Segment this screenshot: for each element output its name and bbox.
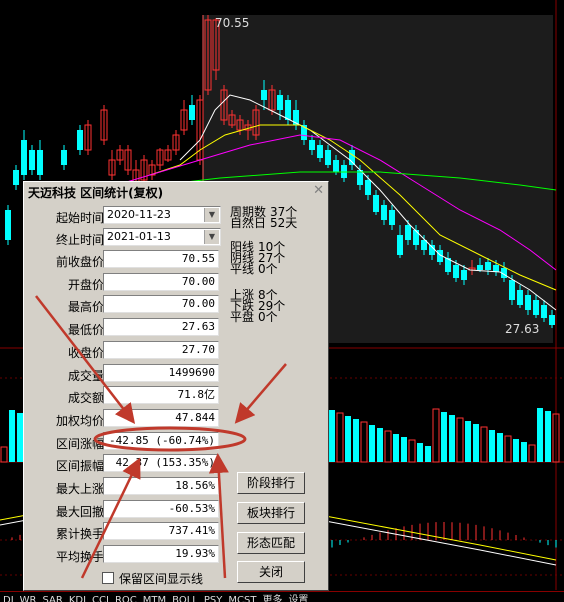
indicator-tab[interactable]: 更多 [259,596,285,602]
indicator-tab[interactable]: BOLL [169,596,201,602]
end-time-picker[interactable]: 2021-01-13 ▼ [103,228,221,246]
stat-field-row: 最高价 70.00 [24,295,224,315]
stage-rank-button[interactable]: 阶段排行 [237,472,305,494]
indicator-tab[interactable]: 设置 [285,596,311,602]
indicator-tab[interactable]: MTM [140,596,169,602]
checkbox-label: 保留区间显示线 [119,572,204,586]
stat-field-label: 累计换手 [55,527,104,542]
stat-field-row: 前收盘价 70.55 [24,250,224,270]
stat-even: 平盘 0个 [230,310,278,324]
stat-field-value: 19.93% [103,545,219,564]
dialog-title: 天迈科技 区间统计(复权) [28,186,164,200]
start-time-row: 起始时间 2020-11-23 ▼ [24,206,224,226]
stat-field-label: 区间振幅 [55,459,104,474]
stat-field-value: 18.56% [103,477,219,495]
price-low-label: 27.63 [505,322,540,336]
stat-field-label: 最高价 [67,300,104,315]
stat-field-row: 开盘价 70.00 [24,272,224,293]
indicator-tab[interactable]: MCST [225,596,259,602]
start-time-label: 起始时间 [55,211,104,225]
stat-field-label: 加权均价 [55,413,104,428]
stat-field-row: 最低价 27.63 [24,318,224,338]
stat-field-row: 区间振幅 42.37 (153.35%) [24,454,224,474]
close-icon[interactable]: ✕ [313,183,324,198]
stat-field-label: 最大上涨 [55,482,104,496]
stat-field-row: 成交量 1499690 [24,363,224,384]
stat-field-label: 最大回撤 [55,504,104,519]
end-time-value: 2021-01-13 [107,230,171,243]
stat-field-label: 前收盘价 [55,255,104,269]
stat-field-label: 平均换手 [55,550,104,565]
stat-field-value: -42.85 (-60.74%) [103,431,219,450]
indicator-tab[interactable]: CCI [89,596,112,602]
dialog-titlebar[interactable]: 天迈科技 区间统计(复权) ✕ [24,182,328,200]
stat-field-value: 1499690 [103,363,219,382]
indicator-tab[interactable]: DI [0,596,17,602]
stat-field-row: 最大上涨 18.56% [24,477,224,497]
stat-natural-days: 自然日 52天 [230,216,298,230]
stat-field-label: 成交量 [67,368,104,383]
stat-field-row: 成交额 71.8亿 [24,386,224,406]
sector-rank-button[interactable]: 板块排行 [237,502,305,524]
close-button[interactable]: 关闭 [237,561,305,583]
interval-stats-dialog: 天迈科技 区间统计(复权) ✕ 起始时间 2020-11-23 ▼ 终止时间 2… [23,181,329,591]
stat-field-label: 区间涨幅 [55,436,104,451]
stat-field-value: 70.00 [103,295,219,314]
stat-field-row: 收盘价 27.70 [24,340,224,361]
stat-field-row: 区间涨幅 -42.85 (-60.74%) [24,431,224,452]
stat-field-label: 开盘价 [67,277,104,292]
stat-field-row: 加权均价 47.844 [24,408,224,429]
stat-field-row: 最大回撤 -60.53% [24,499,224,520]
indicator-tab[interactable]: PSY [201,596,226,602]
stat-field-row: 平均换手 19.93% [24,545,224,565]
stat-field-value: 27.70 [103,340,219,359]
indicator-tab[interactable]: ROC [112,596,140,602]
stat-field-value: 70.00 [103,272,219,291]
stat-field-value: 71.8亿 [103,386,219,405]
stat-field-value: 27.63 [103,318,219,337]
stat-field-row: 累计换手 737.41% [24,522,224,542]
indicator-tab-bar: DI WR SAR KDJ CCI ROC MTM BOLL PSY MCST 更多 设置 [0,591,564,602]
checkbox-box[interactable] [102,572,114,584]
keep-interval-lines-checkbox[interactable]: 保留区间显示线 [102,570,203,587]
pattern-match-button[interactable]: 形态匹配 [237,532,305,554]
stat-flat: 平线 0个 [230,262,278,276]
stat-field-label: 成交额 [67,391,104,406]
indicator-tab[interactable]: WR [17,596,40,602]
stat-field-label: 最低价 [67,323,104,338]
indicator-tab[interactable]: SAR [40,596,66,602]
stat-field-label: 收盘价 [67,345,104,360]
price-high-label: 70.55 [215,16,250,30]
stat-field-value: 42.37 (153.35%) [103,454,219,473]
chevron-down-icon[interactable]: ▼ [204,230,219,244]
start-time-value: 2020-11-23 [107,208,171,221]
stat-field-value: 47.844 [103,408,219,427]
start-time-picker[interactable]: 2020-11-23 ▼ [103,206,221,224]
end-time-label: 终止时间 [55,233,104,247]
stat-field-value: 70.55 [103,250,219,268]
stat-field-value: -60.53% [103,499,219,518]
chevron-down-icon[interactable]: ▼ [204,208,219,222]
stat-field-value: 737.41% [103,522,219,541]
end-time-row: 终止时间 2021-01-13 ▼ [24,228,224,248]
indicator-tab[interactable]: KDJ [66,596,89,602]
